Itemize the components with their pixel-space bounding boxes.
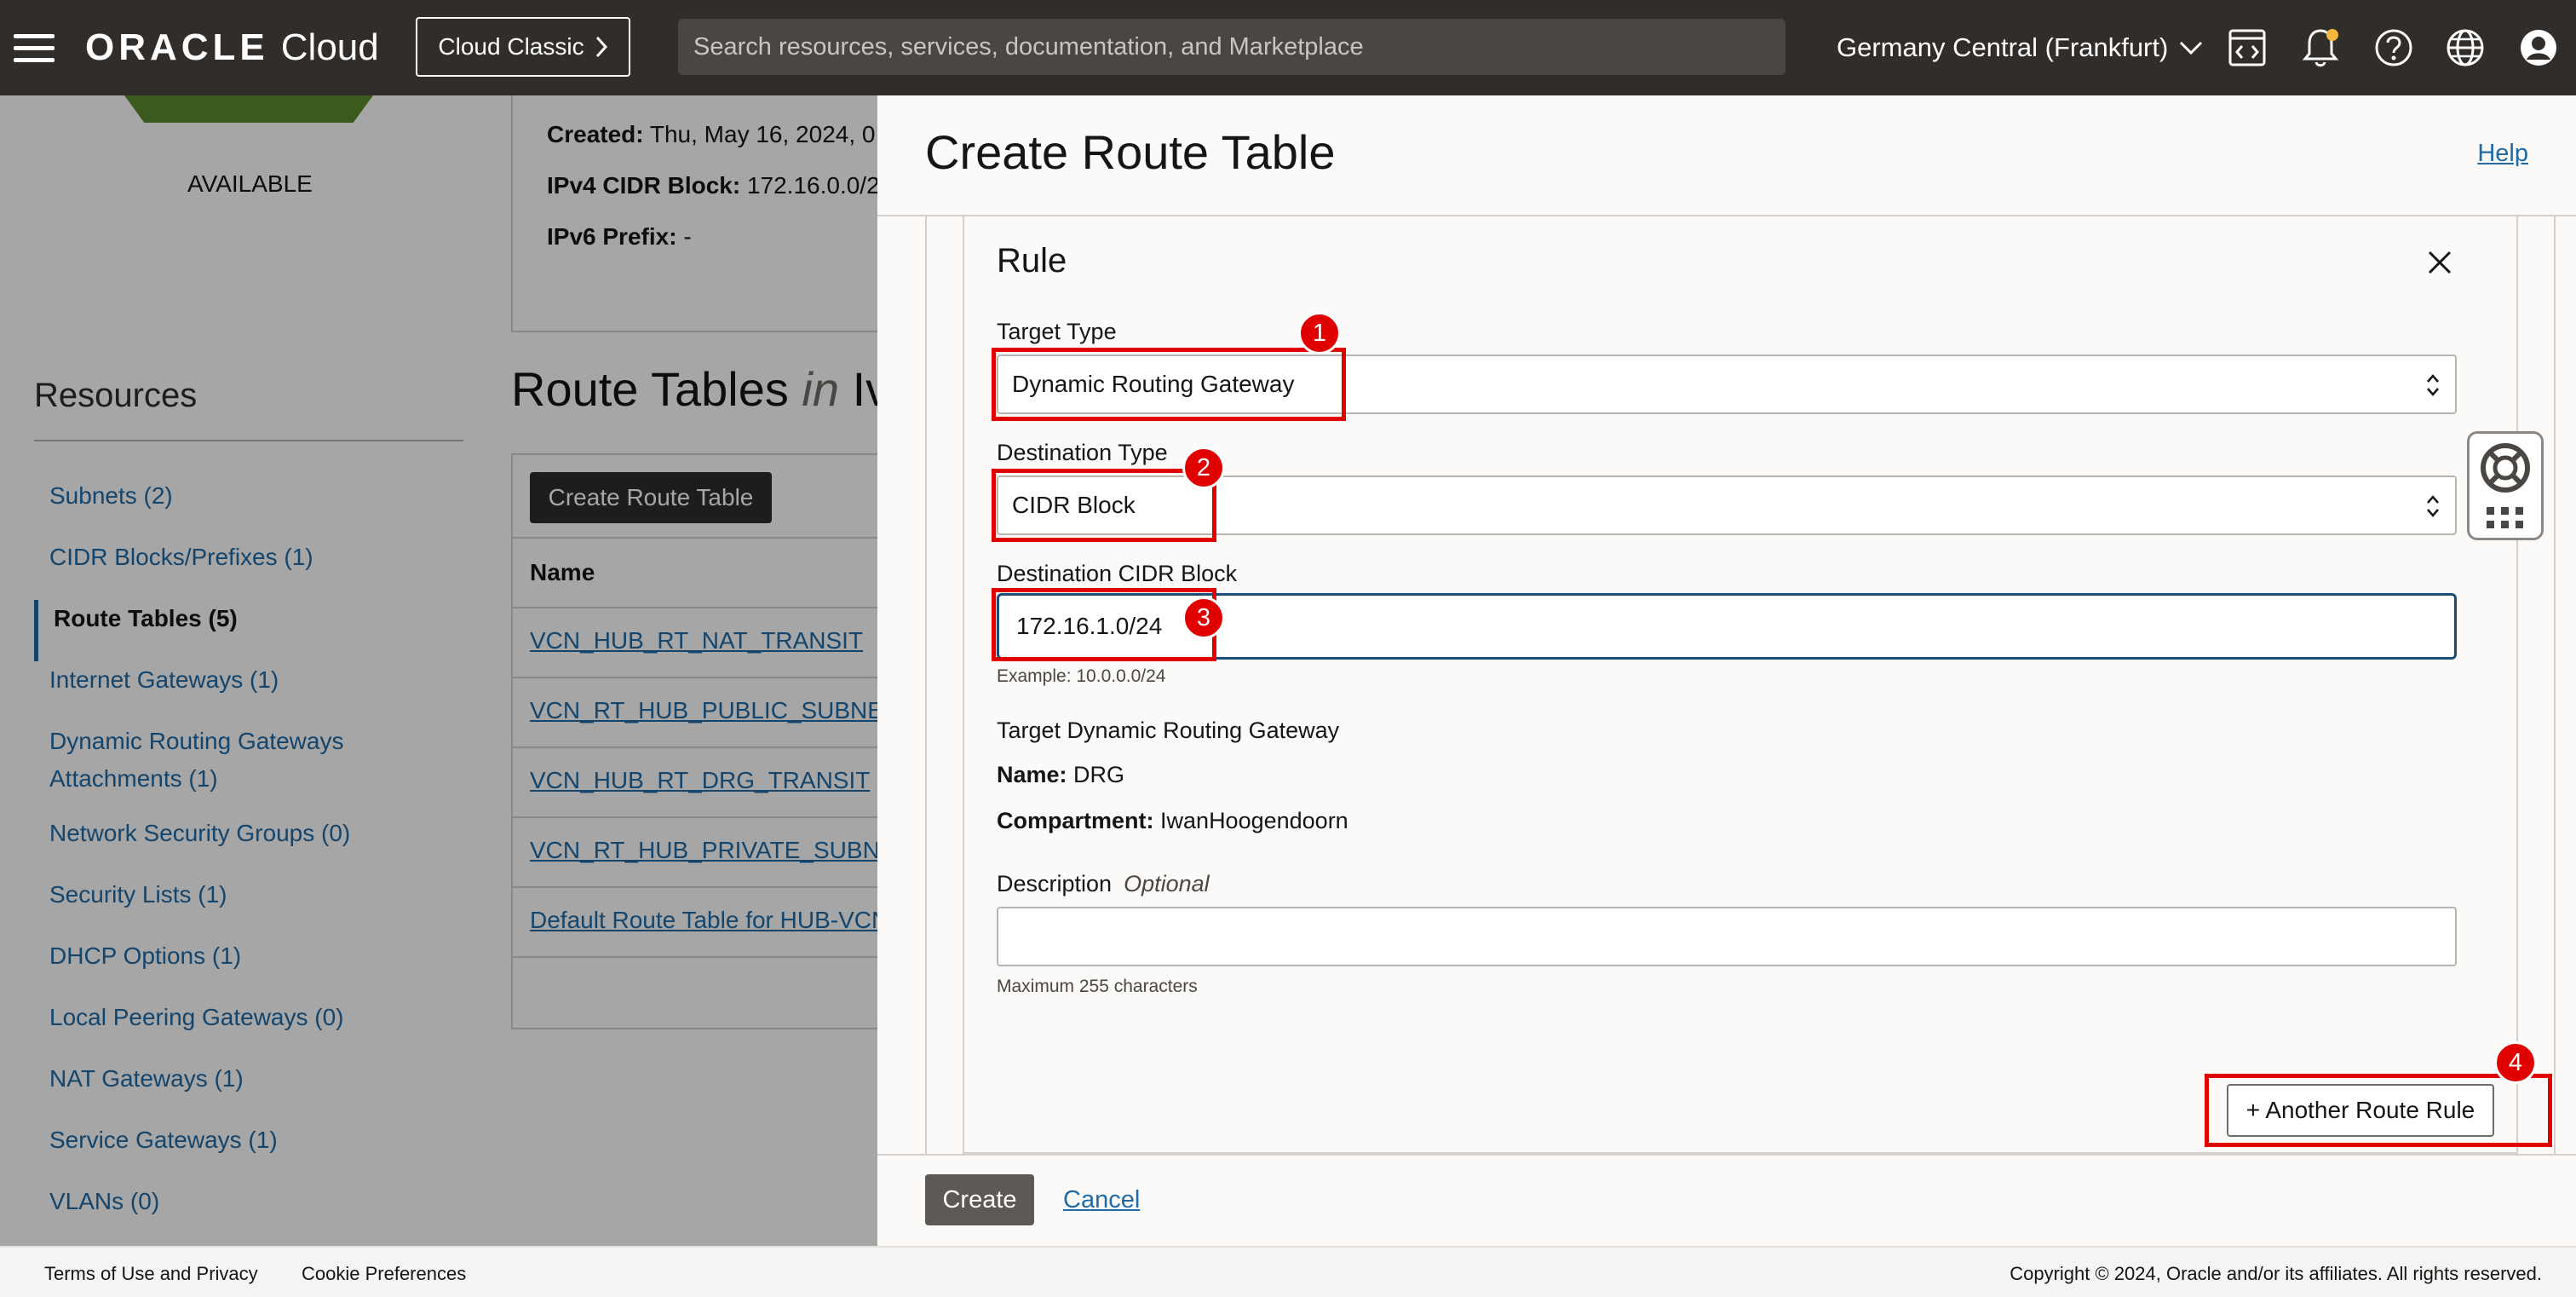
oracle-cloud-logo[interactable]: ORACLE Cloud — [85, 26, 379, 70]
profile-icon[interactable] — [2516, 26, 2561, 70]
description-hint: Maximum 255 characters — [997, 977, 1198, 996]
bell-icon[interactable] — [2298, 26, 2343, 70]
highlight-box-2 — [992, 469, 1216, 542]
top-navigation-bar: ORACLE Cloud Cloud Classic Search resour… — [0, 0, 2576, 95]
highlight-box-1 — [992, 348, 1346, 421]
cancel-link[interactable]: Cancel — [1063, 1186, 1140, 1214]
step-badge-2: 2 — [1182, 447, 1225, 489]
logo-word: ORACLE — [85, 26, 269, 68]
target-drg-label: Target Dynamic Routing Gateway — [997, 718, 1340, 743]
drg-name-row: Name: DRG — [997, 762, 1124, 788]
destination-cidr-hint: Example: 10.0.0.0/24 — [997, 666, 1166, 686]
cloud-classic-button[interactable]: Cloud Classic — [416, 17, 630, 77]
page-footer: Terms of Use and Privacy Cookie Preferen… — [0, 1246, 2576, 1297]
menu-icon[interactable] — [14, 26, 58, 70]
select-arrows-icon — [2427, 374, 2439, 396]
optional-label: Optional — [1124, 871, 1210, 896]
region-label: Germany Central (Frankfurt) — [1837, 32, 2169, 62]
panel-footer: Create Cancel — [877, 1154, 2576, 1246]
destination-type-label: Destination Type — [997, 440, 1168, 465]
step-badge-4: 4 — [2494, 1041, 2537, 1084]
description-label: Description — [997, 871, 1113, 896]
chevron-down-icon — [2180, 41, 2203, 55]
target-type-label: Target Type — [997, 319, 1117, 344]
region-selector[interactable]: Germany Central (Frankfurt) — [1837, 26, 2204, 70]
description-label-row: Description Optional — [997, 871, 1210, 897]
description-input[interactable] — [997, 907, 2457, 966]
create-button[interactable]: Create — [925, 1174, 1034, 1225]
destination-cidr-label: Destination CIDR Block — [997, 561, 1238, 586]
drg-compartment-row: Compartment: IwanHoogendoorn — [997, 808, 1348, 834]
drg-name-label: Name: — [997, 762, 1067, 787]
logo-cloud: Cloud — [280, 26, 379, 68]
cloud-classic-label: Cloud Classic — [438, 33, 584, 60]
cookie-preferences-link[interactable]: Cookie Preferences — [302, 1263, 466, 1285]
highlight-box-4 — [2205, 1074, 2552, 1147]
modal-backdrop[interactable] — [0, 95, 877, 1246]
search-input[interactable]: Search resources, services, documentatio… — [678, 19, 1785, 75]
terms-link[interactable]: Terms of Use and Privacy — [44, 1263, 258, 1285]
code-editor-icon[interactable] — [2225, 26, 2269, 70]
copyright-text: Copyright © 2024, Oracle and/or its affi… — [2010, 1263, 2542, 1284]
step-badge-3: 3 — [1182, 597, 1225, 639]
create-route-table-panel: Create Route Table Help Rule Target Type… — [877, 95, 2576, 1246]
rule-title: Rule — [997, 242, 1067, 280]
drg-compartment-label: Compartment: — [997, 808, 1154, 833]
search-placeholder: Search resources, services, documentatio… — [693, 32, 1364, 61]
select-arrows-icon — [2427, 495, 2439, 517]
globe-icon[interactable] — [2443, 26, 2487, 70]
help-widget[interactable] — [2467, 431, 2544, 540]
drg-compartment-value: IwanHoogendoorn — [1160, 808, 1348, 833]
help-link[interactable]: Help — [2477, 140, 2528, 168]
drg-name-value: DRG — [1073, 762, 1125, 787]
help-icon[interactable] — [2372, 26, 2416, 70]
lifebuoy-icon — [2481, 443, 2530, 528]
close-icon[interactable] — [2423, 245, 2457, 280]
chevron-right-icon — [595, 36, 607, 58]
panel-title: Create Route Table — [925, 125, 1336, 179]
step-badge-1: 1 — [1298, 312, 1341, 355]
